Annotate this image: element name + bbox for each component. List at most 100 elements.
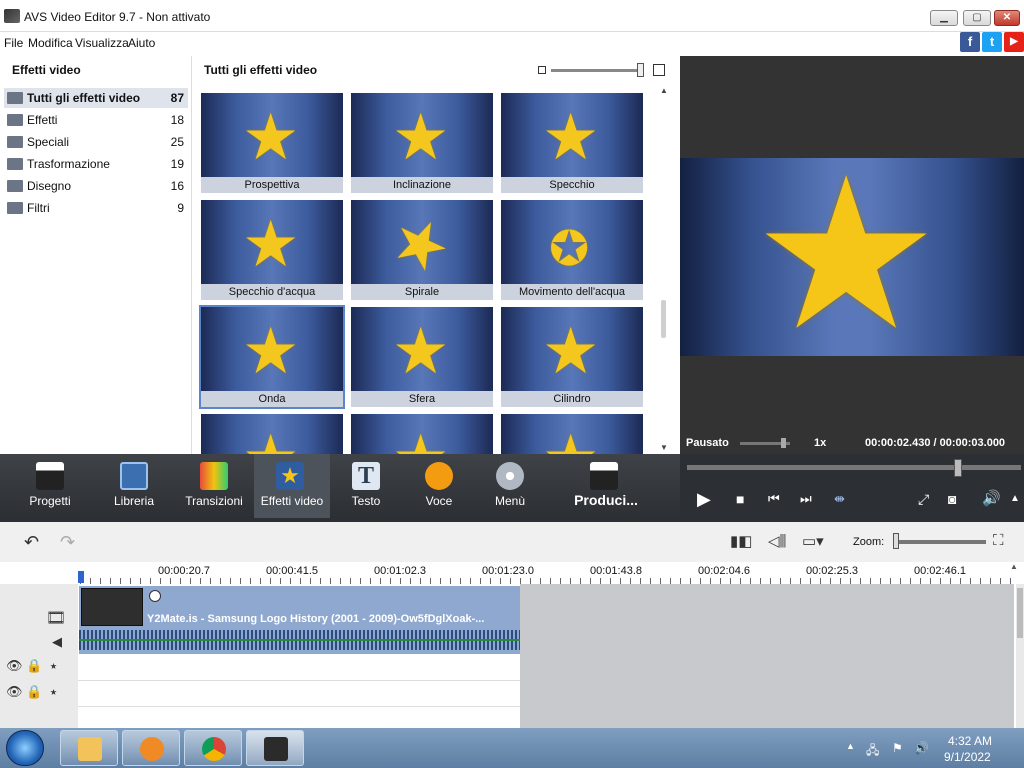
effect-tile-sfera[interactable]: ★ Sfera [351,307,493,407]
view-mode-icon[interactable]: ▭▾ [802,532,824,550]
timeline-empty-area[interactable] [520,584,1014,728]
lock-icon[interactable]: 🔒 [26,658,42,674]
category-filtri[interactable]: Filtri 9 [4,198,188,218]
speaker-icon[interactable]: 🔊 [914,741,929,755]
tab-testo[interactable]: T Testo [330,454,402,518]
tracks-scrollbar[interactable] [1016,584,1024,728]
menu-visualizza[interactable]: Visualizza [75,36,129,50]
eye-icon[interactable]: 👁 [6,684,23,700]
thumbnail-size-slider[interactable] [551,69,643,72]
stop-icon[interactable]: ■ [736,490,744,508]
zoom-slider[interactable] [894,540,986,544]
undo-icon[interactable]: ↶ [24,532,39,553]
effect-tile-spirale[interactable]: ★ Spirale [351,200,493,300]
split-icon[interactable]: ⇼ [834,490,845,508]
scrollbar-thumb[interactable] [1017,588,1023,638]
large-thumbnails-icon[interactable] [653,64,665,76]
clock-date[interactable]: 9/1/2022 [944,750,991,764]
tab-effetti-video[interactable]: ★ Effetti video [254,454,330,518]
scrollbar-thumb[interactable] [661,300,666,338]
effect-tile-specchio-acqua[interactable]: ★ Specchio d'acqua [201,200,343,300]
effect-label: Cilindro [553,393,591,405]
effect-preview: ★ [351,200,493,284]
tab-progetti[interactable]: Progetti [14,454,86,518]
film-icon [120,462,148,490]
playhead[interactable] [78,571,84,583]
snapshot-icon[interactable]: ◙ [948,490,956,508]
minimize-button[interactable]: ▁ [930,10,958,26]
small-thumbnails-icon[interactable] [538,66,546,74]
effect-tile-specchio[interactable]: ★ Specchio [501,93,643,193]
produce-icon [590,462,618,490]
previous-frame-icon[interactable]: ⏮ [768,490,780,508]
tab-menu[interactable]: Menù [474,454,546,518]
effect-tile-cilindro[interactable]: ★ Cilindro [501,307,643,407]
clip-title: Y2Mate.is - Samsung Logo History (2001 -… [147,613,485,625]
folder-icon [7,136,23,148]
taskbar-chrome[interactable] [184,730,242,766]
tab-libreria[interactable]: Libreria [98,454,170,518]
effect-tile-inclinazione[interactable]: ★ Inclinazione [351,93,493,193]
scroll-down-icon[interactable]: ▼ [660,443,668,452]
clock-time[interactable]: 4:32 AM [948,734,992,748]
taskbar-explorer[interactable] [60,730,118,766]
category-speciali[interactable]: Speciali 25 [4,132,188,152]
category-disegno[interactable]: Disegno 16 [4,176,188,196]
volume-icon[interactable]: 🔊 [982,490,1001,508]
category-trasformazione[interactable]: Trasformazione 19 [4,154,188,174]
produce-button[interactable]: Produci... [566,454,646,518]
seek-handle[interactable] [954,459,962,477]
split-clip-icon[interactable]: ▮◧ [730,532,752,550]
fit-timeline-icon[interactable]: ⛶ [993,532,1004,549]
effect-tile-onda[interactable]: ★ Onda [199,305,345,409]
effect-tile-partial[interactable]: ★ [501,414,643,454]
effect-tile-prospettiva[interactable]: ★ Prospettiva [201,93,343,193]
effect-tile-partial[interactable]: ★ [351,414,493,454]
star-icon: ★ [379,200,462,284]
tray-expand-icon[interactable]: ▲ [846,741,855,751]
effects-scrollbar[interactable]: ▲ ▼ [659,86,669,452]
audio-settings-icon[interactable]: ◁⫼ [768,532,786,550]
tab-transizioni[interactable]: Transizioni [178,454,250,518]
scroll-up-icon[interactable]: ▲ [1010,562,1018,571]
start-button[interactable] [6,730,44,766]
taskbar-media-player[interactable] [122,730,180,766]
lock-icon[interactable]: 🔒 [26,684,42,700]
maximize-button[interactable]: ▢ [963,10,991,26]
facebook-icon[interactable]: f [960,32,980,52]
close-button[interactable]: ✕ [994,10,1020,26]
film-icon [264,737,288,761]
effect-label: Specchio d'acqua [228,286,316,298]
volume-line[interactable] [79,639,520,641]
zoom-slider-handle[interactable] [893,533,899,549]
menu-modifica[interactable]: Modifica [28,36,73,50]
ruler-label: 00:02:25.3 [806,565,858,577]
taskbar-avs-video-editor[interactable] [246,730,304,766]
category-all-effects[interactable]: Tutti gli effetti video 87 [4,88,188,108]
eye-icon[interactable]: 👁 [6,658,23,674]
video-clip[interactable]: Y2Mate.is - Samsung Logo History (2001 -… [79,586,520,654]
volume-arrow-icon[interactable]: ▲ [1010,490,1020,508]
scroll-up-icon[interactable]: ▲ [660,86,668,95]
twitter-icon[interactable]: t [982,32,1002,52]
action-center-icon[interactable]: ⚑ [892,741,903,755]
youtube-icon[interactable]: ▶ [1004,32,1024,52]
category-effetti[interactable]: Effetti 18 [4,110,188,130]
tab-voce[interactable]: Voce [403,454,475,518]
speed-slider-handle[interactable] [781,438,786,448]
play-icon[interactable]: ▶ [697,490,711,508]
redo-icon[interactable]: ↷ [60,532,75,553]
seek-bar[interactable] [687,465,1021,470]
category-count: 18 [170,113,184,127]
fullscreen-icon[interactable]: ⤢ [918,490,929,508]
menu-file[interactable]: File [4,36,23,50]
effect-tile-partial[interactable]: ★ [201,414,343,454]
next-frame-icon[interactable]: ⏭ [800,490,812,508]
thumbnail-size-slider-handle[interactable] [637,63,644,77]
effect-tile-movimento-acqua[interactable]: ✪ Movimento dell'acqua [501,200,643,300]
playback-status: Pausato [686,437,729,449]
timeline-ruler[interactable]: 00:00:20.7 00:00:41.5 00:01:02.3 00:01:2… [0,562,1024,584]
video-preview[interactable]: ★ [680,158,1024,356]
menu-aiuto[interactable]: Aiuto [128,36,155,50]
network-icon[interactable]: 🖧 [866,741,879,762]
